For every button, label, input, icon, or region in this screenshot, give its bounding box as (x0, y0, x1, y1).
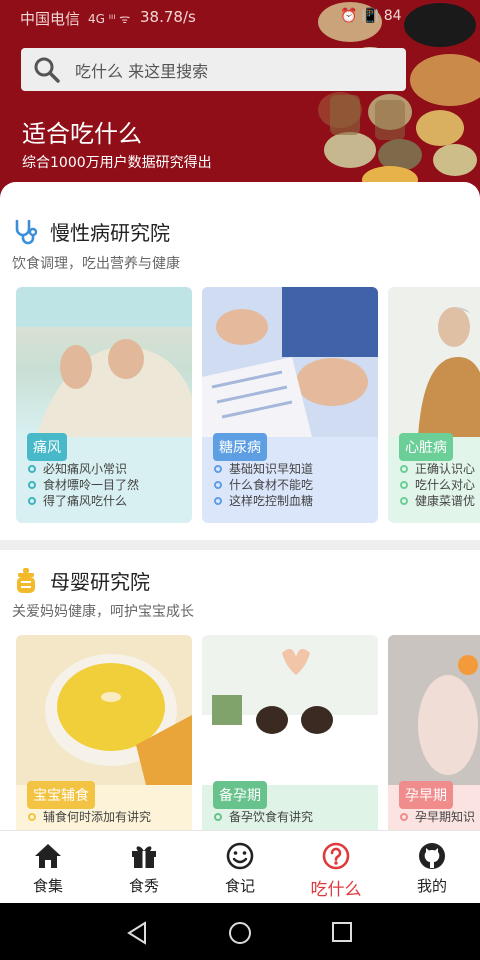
tab-label: 吃什么 (310, 880, 362, 900)
card-photo (388, 287, 480, 437)
card-list: 辅食何时添加有讲究 (28, 809, 151, 825)
list-item: 食材嘌呤一目了然 (28, 477, 139, 493)
list-item: 备孕饮食有讲究 (214, 809, 313, 825)
bullet-icon (214, 465, 222, 473)
tab-label: 食秀 (128, 877, 159, 895)
content-area: 慢性病研究院 饮食调理，吃出营养与健康 痛风 必知痛风小常识 食材嘌呤一目了然 … (0, 182, 480, 832)
card-early-pregnancy[interactable]: 孕早期 孕早期知识 (388, 635, 480, 830)
card-tag: 孕早期 (399, 781, 453, 809)
page-title: 适合吃什么 (22, 120, 142, 148)
list-item: 基础知识早知道 (214, 461, 313, 477)
tab-diary[interactable]: 食记 (192, 831, 288, 903)
screen: 中国电信 4G ᴵᴵᴵ ᯤ 38.78/s ⏰ 📳 84 吃什么 来这里搜索 适… (0, 0, 480, 960)
list-item: 健康菜谱优 (400, 493, 475, 509)
tab-label: 食记 (224, 877, 255, 895)
card-photo (16, 635, 192, 785)
card-pre-pregnancy[interactable]: 备孕期 备孕饮食有讲究 (202, 635, 378, 830)
bullet-icon (28, 465, 36, 473)
card-heart-disease[interactable]: 心脏病 正确认识心 吃什么对心 健康菜谱优 (388, 287, 480, 523)
section-description: 关爱妈妈健康，呵护宝宝成长 (12, 604, 194, 620)
tab-show[interactable]: 食秀 (96, 831, 192, 903)
tab-label: 我的 (416, 877, 447, 895)
bullet-icon (400, 481, 408, 489)
section-description: 饮食调理，吃出营养与健康 (12, 256, 180, 272)
card-diabetes[interactable]: 糖尿病 基础知识早知道 什么食材不能吃 这样吃控制血糖 (202, 287, 378, 523)
list-item: 孕早期知识 (400, 809, 475, 825)
list-item: 这样吃控制血糖 (214, 493, 313, 509)
bullet-icon (214, 497, 222, 505)
card-tag: 备孕期 (213, 781, 267, 809)
section-title: 母婴研究院 (50, 570, 150, 594)
pregnant-woman-illustration (388, 635, 480, 785)
section-header[interactable]: 慢性病研究院 (12, 217, 170, 246)
card-tag: 心脏病 (399, 433, 453, 461)
status-right-icons: ⏰ 📳 84 (340, 8, 402, 24)
bullet-icon (28, 497, 36, 505)
list-item: 正确认识心 (400, 461, 475, 477)
bullet-icon (28, 481, 36, 489)
couple-bed-illustration (202, 635, 378, 785)
recents-icon[interactable] (331, 921, 353, 943)
card-photo (16, 287, 192, 437)
section-divider (0, 540, 480, 550)
card-list: 基础知识早知道 什么食材不能吃 这样吃控制血糖 (214, 461, 313, 509)
search-bar[interactable]: 吃什么 来这里搜索 (21, 48, 406, 91)
network-speed: 38.78/s (140, 8, 196, 26)
home-button-icon[interactable] (228, 921, 252, 945)
card-list: 孕早期知识 (400, 809, 475, 825)
elderly-man-illustration (388, 287, 480, 437)
bullet-icon (400, 497, 408, 505)
card-list: 必知痛风小常识 食材嘌呤一目了然 得了痛风吃什么 (28, 461, 139, 509)
knee-illustration (16, 287, 192, 437)
card-photo (202, 287, 378, 437)
card-carousel[interactable]: 痛风 必知痛风小常识 食材嘌呤一目了然 得了痛风吃什么 糖尿病 基础知识早知道 … (16, 287, 480, 523)
section-header[interactable]: 母婴研究院 (12, 566, 150, 595)
bottom-tab-bar: 食集 食秀 食记 吃什么 我的 (0, 830, 480, 903)
tab-home[interactable]: 食集 (0, 831, 96, 903)
bullet-icon (214, 481, 222, 489)
search-placeholder: 吃什么 来这里搜索 (75, 61, 209, 81)
card-baby-food[interactable]: 宝宝辅食 辅食何时添加有讲究 (16, 635, 192, 830)
list-item: 必知痛风小常识 (28, 461, 139, 477)
card-carousel[interactable]: 宝宝辅食 辅食何时添加有讲究 备孕期 备孕饮食有讲究 孕早期 孕早期知识 (16, 635, 480, 830)
bullet-icon (400, 465, 408, 473)
card-tag: 糖尿病 (213, 433, 267, 461)
bullet-icon (400, 813, 408, 821)
tab-label: 食集 (32, 877, 63, 895)
question-icon (322, 842, 350, 870)
hands-illustration (202, 287, 378, 437)
baby-bottle-icon (17, 567, 35, 593)
list-item: 吃什么对心 (400, 477, 475, 493)
list-item: 什么食材不能吃 (214, 477, 313, 493)
page-subtitle: 综合1000万用户数据研究得出 (22, 155, 212, 171)
list-item: 得了痛风吃什么 (28, 493, 139, 509)
status-bar: 中国电信 4G ᴵᴵᴵ ᯤ 38.78/s ⏰ 📳 84 (0, 0, 480, 34)
card-list: 正确认识心 吃什么对心 健康菜谱优 (400, 461, 475, 509)
tab-what-to-eat[interactable]: 吃什么 (288, 831, 384, 903)
github-cat-icon (419, 843, 445, 869)
bullet-icon (214, 813, 222, 821)
stethoscope-icon (15, 219, 38, 244)
home-icon (35, 844, 61, 868)
gift-icon (132, 846, 156, 868)
card-tag: 宝宝辅食 (27, 781, 95, 809)
tab-mine[interactable]: 我的 (384, 831, 480, 903)
search-icon (34, 57, 60, 83)
card-photo (202, 635, 378, 785)
card-gout[interactable]: 痛风 必知痛风小常识 食材嘌呤一目了然 得了痛风吃什么 (16, 287, 192, 523)
system-nav-bar (0, 903, 480, 960)
list-item: 辅食何时添加有讲究 (28, 809, 151, 825)
card-tag: 痛风 (27, 433, 67, 461)
section-title: 慢性病研究院 (50, 221, 170, 245)
carrier-label: 中国电信 (20, 10, 81, 28)
signal-icon: 4G ᴵᴵᴵ ᯤ (88, 12, 131, 26)
header-banner: 中国电信 4G ᴵᴵᴵ ᯤ 38.78/s ⏰ 📳 84 吃什么 来这里搜索 适… (0, 0, 480, 200)
back-icon[interactable] (126, 921, 148, 945)
card-photo (388, 635, 480, 785)
soup-bowl-illustration (16, 635, 192, 785)
bullet-icon (28, 813, 36, 821)
smiley-icon (226, 842, 254, 870)
card-list: 备孕饮食有讲究 (214, 809, 313, 825)
